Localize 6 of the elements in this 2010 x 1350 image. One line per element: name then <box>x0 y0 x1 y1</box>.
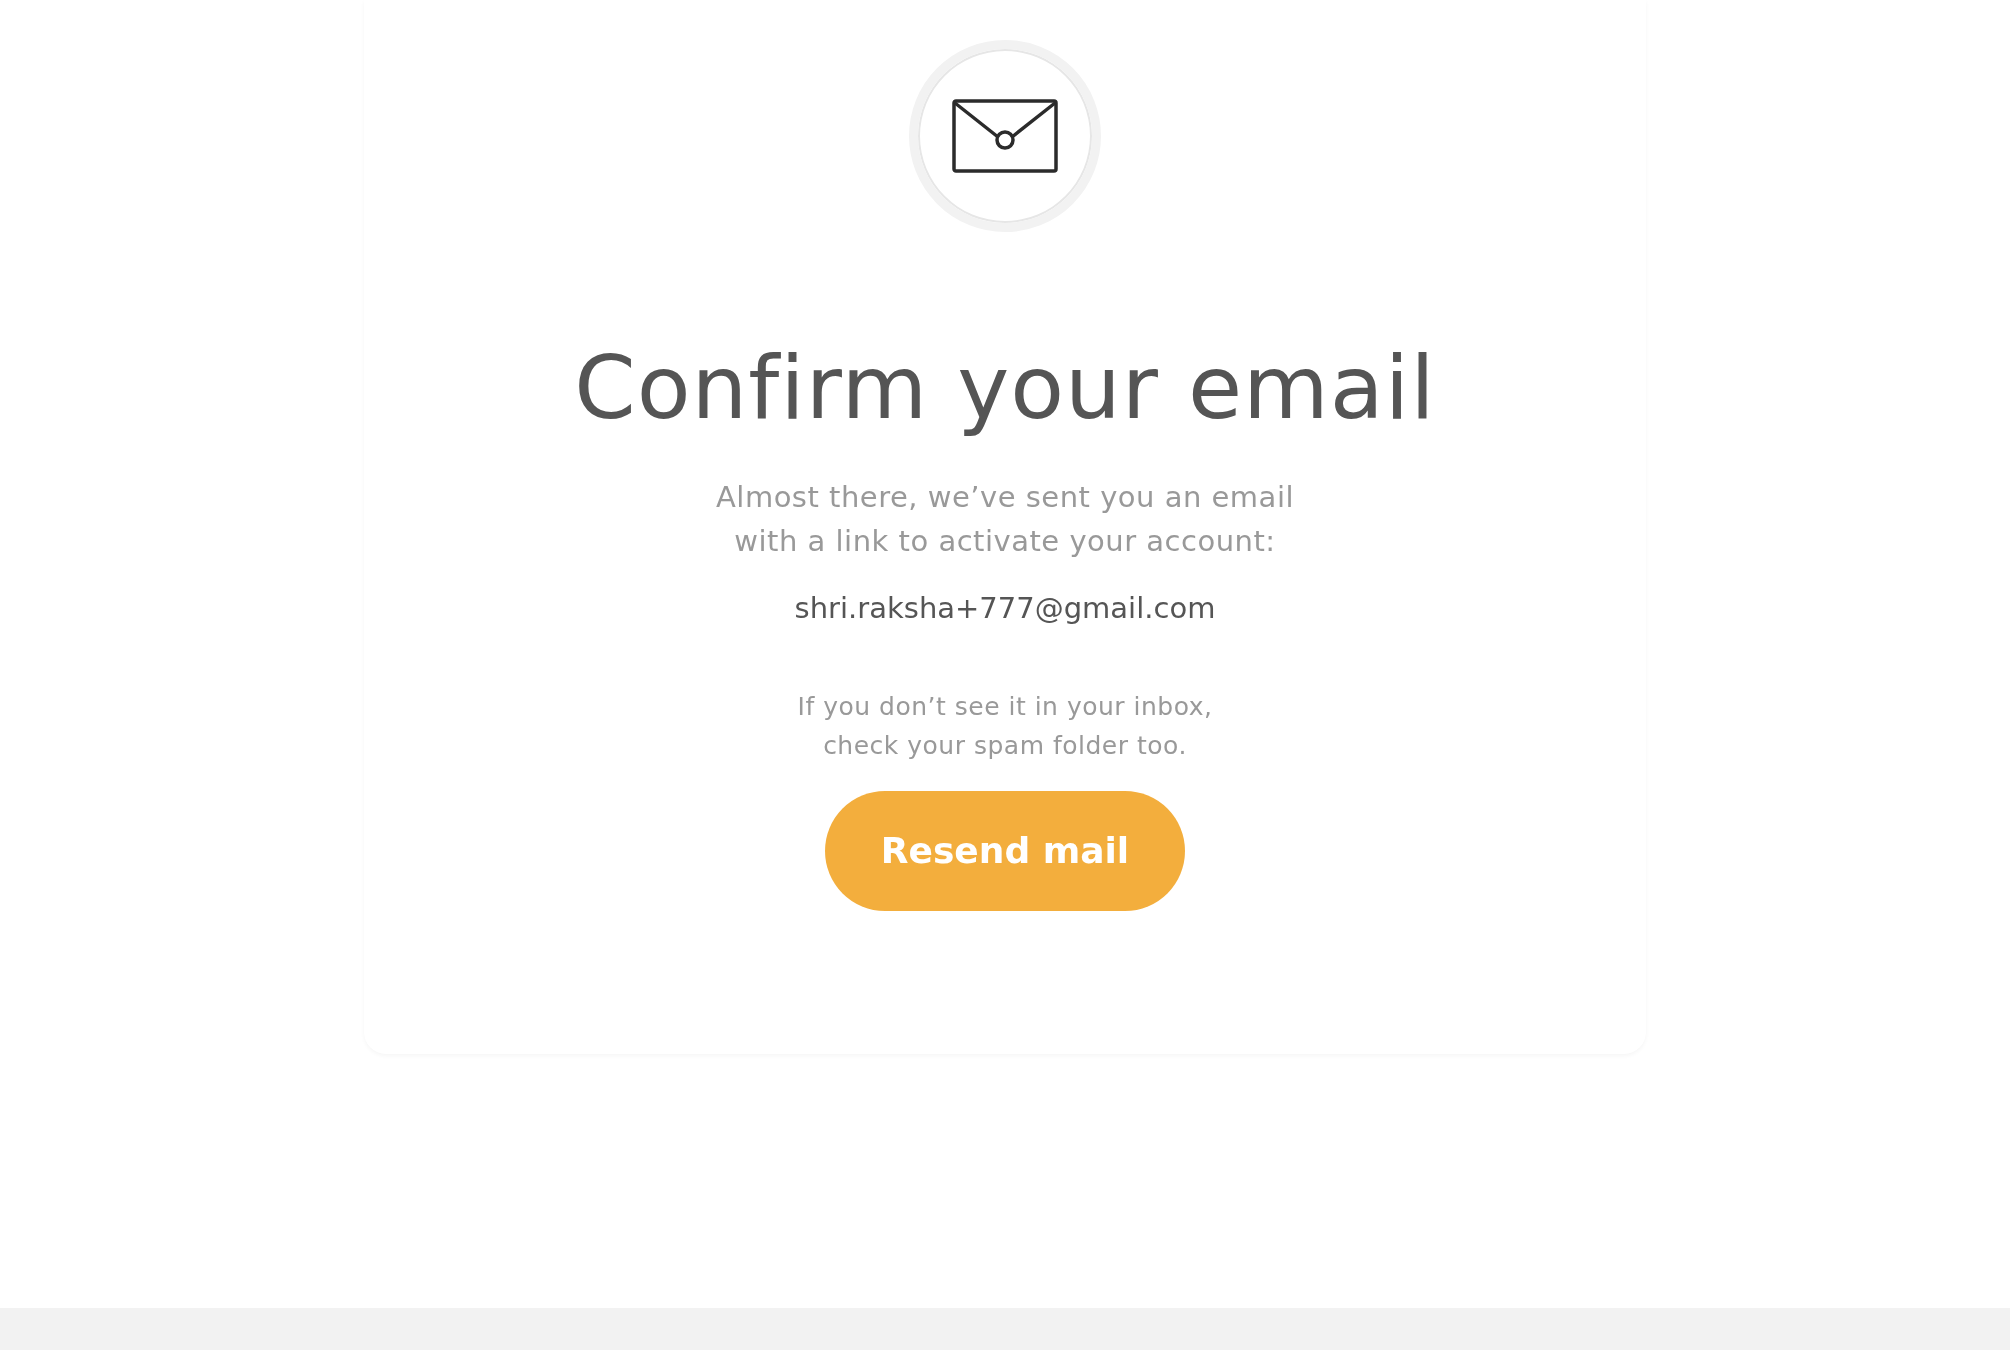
spam-hint: If you don’t see it in your inbox, check your spam folder too. <box>797 690 1213 762</box>
envelope-icon <box>952 99 1058 173</box>
email-address: shri.raksha+777@gmail.com <box>794 590 1216 625</box>
page-title: Confirm your email <box>574 340 1436 437</box>
resend-button[interactable]: Resend mail <box>825 790 1185 911</box>
confirmation-message: Almost there, we’ve sent you an email with a link to activate your account: <box>716 478 1294 560</box>
